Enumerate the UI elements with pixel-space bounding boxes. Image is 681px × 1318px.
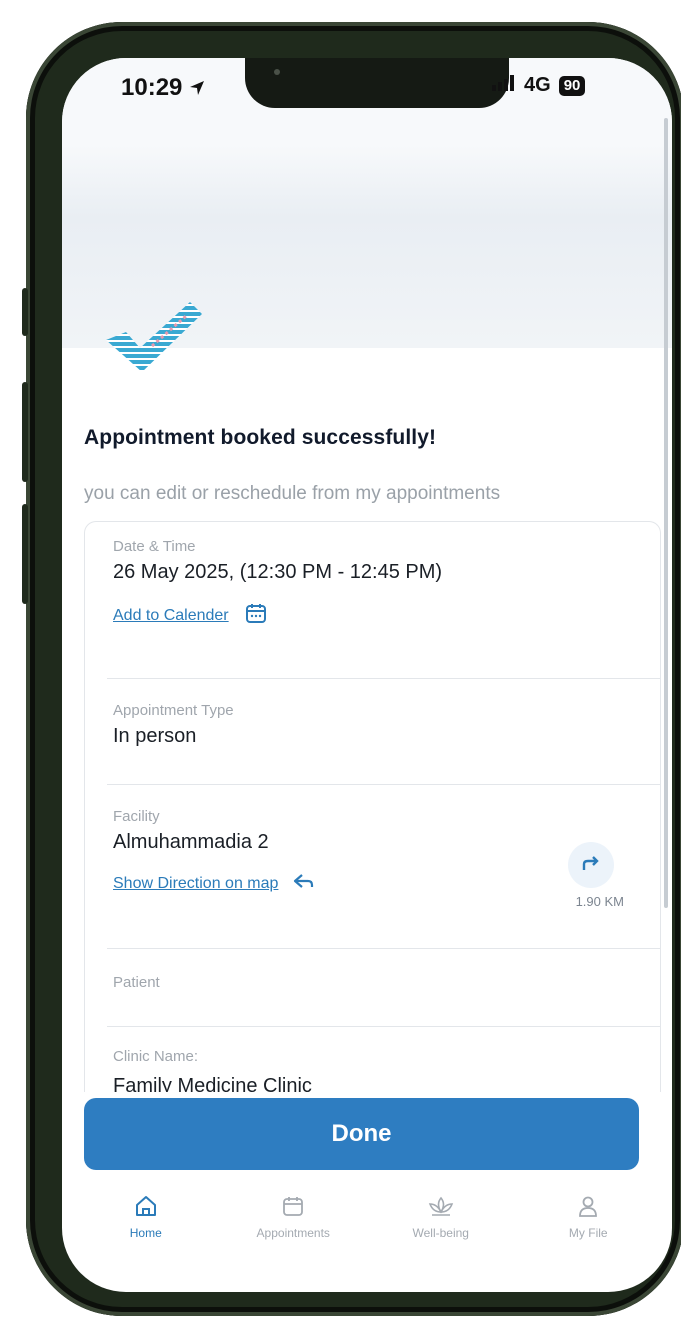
home-icon <box>134 1194 158 1218</box>
success-subtitle: you can edit or reschedule from my appoi… <box>84 483 501 504</box>
done-button[interactable]: Done <box>84 1098 639 1170</box>
success-check-icon <box>98 288 208 378</box>
status-indicators: 4G 90 <box>492 74 586 97</box>
add-calendar-row[interactable]: Add to Calender <box>113 602 660 629</box>
directions-icon[interactable] <box>292 872 314 895</box>
appointment-details-card: Date & Time 26 May 2025, (12:30 PM - 12:… <box>84 521 661 1092</box>
tab-well-being[interactable]: Well-being <box>376 1172 506 1292</box>
calendar-icon <box>281 1194 305 1218</box>
divider <box>107 784 660 785</box>
navigate-button[interactable] <box>568 842 614 888</box>
divider <box>107 1026 660 1027</box>
volume-down-button <box>22 504 28 604</box>
show-direction-link[interactable]: Show Direction on map <box>113 875 278 893</box>
tab-label: Home <box>129 1226 162 1240</box>
date-time-label: Date & Time <box>113 538 196 555</box>
tab-label: Well-being <box>412 1226 469 1240</box>
tab-my-file[interactable]: My File <box>523 1172 653 1292</box>
divider <box>107 678 660 679</box>
type-label: Appointment Type <box>113 702 234 719</box>
scrollbar[interactable] <box>664 118 668 908</box>
network-type: 4G <box>524 74 551 96</box>
location-arrow-icon <box>188 79 206 97</box>
tab-label: Appointments <box>256 1226 330 1240</box>
calendar-icon[interactable] <box>245 602 267 629</box>
tab-appointments[interactable]: Appointments <box>228 1172 358 1292</box>
tab-label: My File <box>568 1226 608 1240</box>
turn-right-arrow-icon <box>581 854 601 877</box>
app-screen: 10:29 4G 90 Appointment booked successfu… <box>62 58 672 1292</box>
date-time-value: 26 May 2025, (12:30 PM - 12:45 PM) <box>113 561 443 583</box>
divider <box>107 948 660 949</box>
clinic-label: Clinic Name: <box>113 1048 199 1065</box>
notch-dot <box>274 69 280 75</box>
time-text: 10:29 <box>121 74 183 101</box>
type-value: In person <box>113 725 197 747</box>
clinic-value: Family Medicine Clinic <box>113 1075 312 1092</box>
mute-switch <box>22 288 28 336</box>
lotus-icon <box>427 1194 455 1218</box>
signal-icon <box>492 74 516 97</box>
patient-label: Patient <box>113 974 160 991</box>
bottom-tab-bar: Home Appointments Well-being My File <box>62 1172 672 1292</box>
tab-home[interactable]: Home <box>81 1172 211 1292</box>
success-title: Appointment booked successfully! <box>84 426 437 449</box>
notch <box>245 58 509 108</box>
status-time: 10:29 <box>121 74 206 102</box>
battery-indicator: 90 <box>558 75 586 96</box>
clinic-section: Clinic Name: Family Medicine Clinic <box>113 1048 660 1092</box>
distance-text: 1.90 KM <box>575 894 624 909</box>
person-icon <box>576 1194 600 1218</box>
date-time-section: Date & Time 26 May 2025, (12:30 PM - 12:… <box>113 538 660 629</box>
facility-label: Facility <box>113 808 160 825</box>
add-to-calendar-link[interactable]: Add to Calender <box>113 607 229 625</box>
appointment-type-section: Appointment Type In person <box>113 702 660 748</box>
volume-up-button <box>22 382 28 482</box>
patient-section: Patient <box>113 974 660 991</box>
